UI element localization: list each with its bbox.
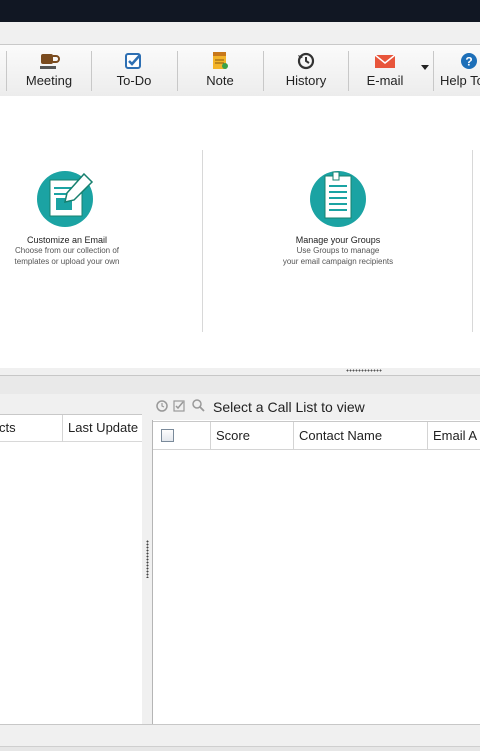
email-dropdown-button[interactable] bbox=[418, 45, 432, 97]
meeting-button[interactable]: Meeting bbox=[8, 45, 90, 97]
column-header-label: Last Update bbox=[68, 420, 139, 435]
envelope-icon bbox=[374, 54, 396, 68]
help-label: Help To bbox=[440, 73, 480, 88]
note-icon bbox=[213, 52, 228, 69]
history-button[interactable]: History bbox=[264, 45, 348, 97]
call-list-header: Score Contact Name Email A bbox=[153, 421, 480, 450]
left-grid-panel bbox=[0, 394, 143, 724]
column-header-label: Contact Name bbox=[299, 428, 383, 443]
select-all-checkbox[interactable] bbox=[161, 429, 174, 442]
history-clock-icon bbox=[297, 52, 315, 70]
email-template-icon bbox=[37, 171, 94, 227]
email-button[interactable]: E-mail bbox=[349, 45, 421, 97]
search-icon[interactable] bbox=[192, 399, 205, 412]
group-list-icon bbox=[310, 171, 366, 227]
history-clock-icon[interactable] bbox=[156, 400, 168, 412]
column-header-contact-name[interactable]: Contact Name bbox=[293, 422, 427, 449]
toolbar-separator bbox=[6, 51, 7, 91]
left-grid-header: cts Last Update bbox=[0, 415, 142, 442]
column-header-label: Email A bbox=[433, 428, 478, 443]
horizontal-splitter[interactable] bbox=[0, 368, 480, 376]
column-header-last-update[interactable]: Last Update bbox=[62, 415, 144, 442]
checkbox-icon bbox=[125, 53, 141, 69]
column-header-score[interactable]: Score bbox=[210, 422, 293, 449]
todo-button[interactable]: To-Do bbox=[92, 45, 176, 97]
history-label: History bbox=[285, 73, 327, 88]
customize-email-desc-line1: Choose from our collection of bbox=[14, 246, 120, 255]
manage-groups-title: Manage your Groups bbox=[295, 235, 381, 245]
chevron-down-icon bbox=[421, 65, 429, 70]
column-header-email[interactable]: Email A bbox=[427, 422, 480, 449]
splitter-grip-icon[interactable] bbox=[146, 540, 149, 578]
call-list-title: Select a Call List to view bbox=[213, 399, 365, 415]
customize-email-desc-line2: templates or upload your own bbox=[14, 257, 120, 266]
title-bar bbox=[0, 0, 480, 22]
coffee-cup-icon bbox=[40, 54, 60, 69]
toolbar: Meeting To-Do Note History E-mail ? Help… bbox=[0, 44, 480, 98]
customize-email-title: Customize an Email bbox=[26, 235, 108, 245]
left-grid-toolbar bbox=[0, 394, 142, 415]
splitter-grip-icon[interactable] bbox=[346, 369, 382, 372]
card-divider bbox=[472, 150, 473, 332]
manage-groups-desc-line1: Use Groups to manage bbox=[296, 246, 380, 255]
status-bar-border bbox=[0, 746, 480, 751]
column-header-label: Score bbox=[216, 428, 250, 443]
card-divider bbox=[202, 150, 203, 332]
panel-tab-strip bbox=[0, 376, 480, 395]
customize-email-card[interactable]: Customize an Email Choose from our colle… bbox=[0, 166, 134, 267]
call-list-toolbar: Select a Call List to view bbox=[152, 394, 480, 420]
checkbox-icon[interactable] bbox=[173, 400, 185, 412]
manage-groups-desc-line2: your email campaign recipients bbox=[282, 257, 394, 266]
svg-text:?: ? bbox=[465, 55, 472, 69]
email-label: E-mail bbox=[366, 73, 404, 88]
todo-label: To-Do bbox=[116, 73, 152, 88]
help-button[interactable]: ? Help To bbox=[434, 45, 480, 97]
menu-strip bbox=[0, 22, 480, 44]
column-header-label: cts bbox=[0, 420, 16, 435]
column-header-contacts[interactable]: cts bbox=[0, 415, 58, 442]
note-button[interactable]: Note bbox=[178, 45, 262, 97]
help-icon: ? bbox=[461, 53, 477, 69]
note-label: Note bbox=[206, 73, 234, 88]
getting-started-panel: Customize an Email Choose from our colle… bbox=[0, 96, 480, 368]
manage-groups-card[interactable]: Manage your Groups Use Groups to manage … bbox=[268, 166, 408, 267]
meeting-label: Meeting bbox=[25, 73, 73, 88]
